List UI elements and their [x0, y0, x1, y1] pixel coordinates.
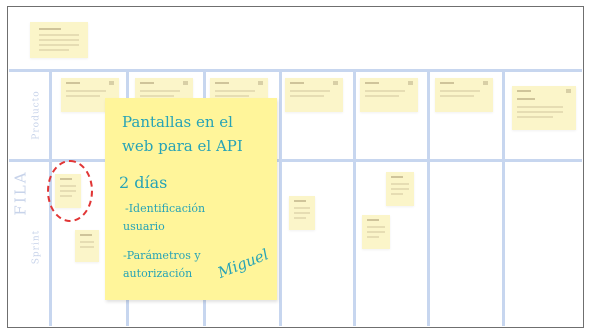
note-duration: 2 días: [119, 173, 168, 192]
sticky-note[interactable]: [386, 172, 414, 206]
sticky-note[interactable]: [285, 78, 343, 112]
sticky-note[interactable]: [435, 78, 493, 112]
sticky-note[interactable]: [512, 86, 576, 130]
header-sticky-note[interactable]: [30, 22, 88, 58]
kanban-board: FILA Producto Sprint Pantallas en el web…: [0, 0, 591, 336]
note-item1-line2: usuario: [123, 220, 165, 233]
column-divider: [279, 71, 282, 326]
note-item2-line1: -Parámetros y: [123, 249, 201, 262]
lane-divider-middle: [9, 159, 582, 162]
lane-label-top: Producto: [31, 90, 42, 140]
note-item1-line1: -Identificación: [125, 202, 206, 215]
note-title-line2: web para el API: [122, 137, 243, 155]
lane-label-bottom: Sprint: [31, 229, 42, 265]
note-signature: Miguel: [215, 245, 271, 282]
column-divider: [502, 71, 505, 326]
task-sticky-note[interactable]: Pantallas en el web para el API 2 días -…: [105, 98, 277, 300]
sticky-note[interactable]: [362, 215, 390, 249]
note-title-line1: Pantallas en el: [122, 113, 233, 131]
sticky-note[interactable]: [289, 196, 315, 230]
highlight-circle: [47, 160, 93, 222]
sticky-note[interactable]: [360, 78, 418, 112]
lane-label-vertical: FILA: [11, 170, 30, 216]
sticky-note[interactable]: [75, 230, 99, 262]
column-divider: [427, 71, 430, 326]
lane-divider-top: [9, 69, 582, 72]
board-frame: [7, 6, 584, 328]
note-item2-line2: autorización: [123, 267, 193, 280]
column-divider: [353, 71, 356, 326]
